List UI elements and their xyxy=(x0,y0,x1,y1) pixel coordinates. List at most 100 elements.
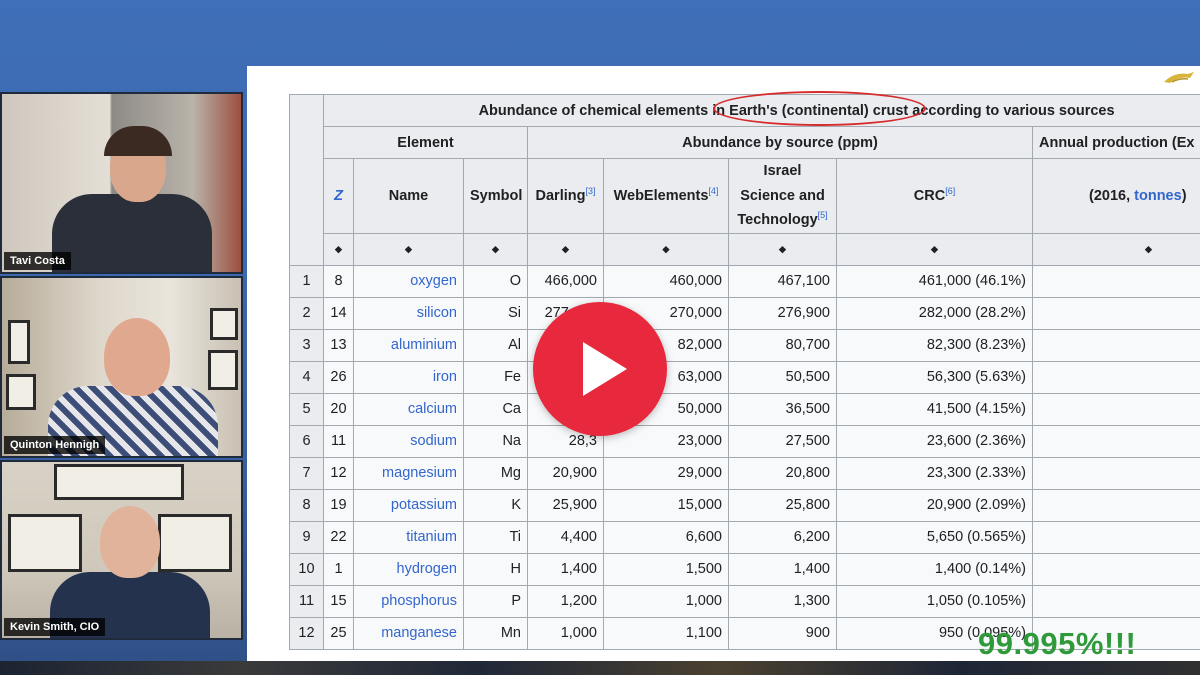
sort-icon[interactable]: ◆ xyxy=(1031,232,1200,266)
cell-name: phosphorus xyxy=(353,584,464,618)
cell-name: titanium xyxy=(353,520,464,554)
cell-darling: 466,000 xyxy=(527,264,604,298)
cell-israel: 25,800 xyxy=(728,488,837,522)
cell-darling: 1,400 xyxy=(527,552,604,586)
cell-crc: 23,600 (2.36%) xyxy=(836,424,1033,458)
cell-symbol: Mn xyxy=(463,616,528,650)
cell-israel: 20,800 xyxy=(728,456,837,490)
sort-icon[interactable]: ◆ xyxy=(353,232,464,266)
cell-crc: 56,300 (5.63%) xyxy=(836,360,1033,394)
element-link[interactable]: silicon xyxy=(417,305,457,321)
participant-tiles: Tavi Costa Quinton Hennigh Kevin Smith, … xyxy=(0,92,243,640)
column-header-darling[interactable]: Darling[3] xyxy=(527,158,604,234)
sort-icon[interactable]: ◆ xyxy=(603,232,729,266)
table-row: 214siliconSi277,200270,000276,900282,000… xyxy=(289,296,1200,330)
sort-icon[interactable]: ◆ xyxy=(728,232,837,266)
cell-symbol: Al xyxy=(463,328,528,362)
table-row: 426ironFe63,00050,50056,300 (5.63%)1,150 xyxy=(289,360,1200,394)
participant-tile-2: Quinton Hennigh xyxy=(0,276,243,458)
cell-z: 8 xyxy=(323,264,354,298)
element-link[interactable]: oxygen xyxy=(410,273,457,289)
reference-link[interactable]: [5] xyxy=(818,210,828,220)
cell-webelements: 1,500 xyxy=(603,552,729,586)
row-index: 2 xyxy=(289,296,324,330)
table-body: 1 8 oxygen O 466,000 460,000 467,100 461,000 (4… xyxy=(289,264,1200,650)
sort-icon[interactable]: ◆ xyxy=(463,232,528,266)
cell-symbol: Na xyxy=(463,424,528,458)
play-icon[interactable] xyxy=(583,342,627,396)
cell-annual xyxy=(1031,264,1200,298)
participant-tile-3: Kevin Smith, CIO xyxy=(0,460,243,640)
column-header-webelements[interactable]: WebElements[4] xyxy=(603,158,729,234)
reference-link[interactable]: [6] xyxy=(945,186,955,196)
row-index: 1 xyxy=(289,264,324,298)
element-link[interactable]: calcium xyxy=(408,401,457,417)
cell-darling: 25,900 xyxy=(527,488,604,522)
table-row: 11 15 phosphorus P 1,200 1,000 1,300 1,050 (0.1… xyxy=(289,584,1200,618)
cell-annual xyxy=(1031,552,1200,586)
table-row: 5 20 calcium Ca 50,000 36,500 41,500 (4.15%) xyxy=(289,392,1200,426)
column-header-name[interactable]: Name xyxy=(353,158,464,234)
reference-link[interactable]: [3] xyxy=(585,186,595,196)
cell-darling: 1,000 xyxy=(527,616,604,650)
column-header-z[interactable]: Z xyxy=(323,158,354,234)
logo-icon xyxy=(1162,70,1196,86)
cell-symbol: Fe xyxy=(463,360,528,394)
cell-israel: 80,700 xyxy=(728,328,837,362)
participant-tile-1: Tavi Costa xyxy=(0,92,243,274)
column-header-annual[interactable]: (2016, tonnes) xyxy=(1031,158,1200,234)
table-row: 3 13 aluminium Al 82,000 80,700 82,300 (8.23%)… xyxy=(289,328,1200,362)
element-link[interactable]: potassium xyxy=(391,497,457,513)
element-link[interactable]: aluminium xyxy=(391,337,457,353)
row-index: 5 xyxy=(289,392,324,426)
column-header-israel[interactable]: Israel Science and Technology[5] xyxy=(728,158,837,234)
cell-annual xyxy=(1031,488,1200,522)
element-link[interactable]: phosphorus xyxy=(381,593,457,609)
sort-icon[interactable]: ◆ xyxy=(323,232,354,266)
cell-darling: 20,900 xyxy=(527,456,604,490)
cell-name: iron xyxy=(353,360,464,394)
cell-crc: 282,000 (28.2%) xyxy=(836,296,1033,330)
sort-icon[interactable]: ◆ xyxy=(527,232,604,266)
table-row: 8 19 potassium K 25,900 15,000 25,800 20,900 (2… xyxy=(289,488,1200,522)
play-button[interactable] xyxy=(533,302,667,436)
cell-israel: 36,500 xyxy=(728,392,837,426)
cell-annual: 255 xyxy=(1031,424,1200,458)
reference-link[interactable]: [4] xyxy=(708,186,718,196)
sort-icon[interactable]: ◆ xyxy=(836,232,1033,266)
cell-annual: 2 xyxy=(1031,456,1200,490)
cell-z: 15 xyxy=(323,584,354,618)
cell-crc: 20,900 (2.09%) xyxy=(836,488,1033,522)
cell-z: 14 xyxy=(323,296,354,330)
cell-name: oxygen xyxy=(353,264,464,298)
cell-darling: 4,400 xyxy=(527,520,604,554)
cell-israel: 50,500 xyxy=(728,360,837,394)
participant-name: Kevin Smith, CIO xyxy=(4,618,106,636)
cell-z: 13 xyxy=(323,328,354,362)
cell-z: 19 xyxy=(323,488,354,522)
element-link[interactable]: magnesium xyxy=(382,465,457,481)
cell-symbol: Ca xyxy=(463,392,528,426)
element-link[interactable]: titanium xyxy=(406,529,457,545)
element-link[interactable]: manganese xyxy=(381,625,457,641)
cell-z: 1 xyxy=(323,552,354,586)
cell-symbol: Mg xyxy=(463,456,528,490)
row-index: 6 xyxy=(289,424,324,458)
column-header-symbol[interactable]: Symbol xyxy=(463,158,528,234)
column-header-crc[interactable]: CRC[6] xyxy=(836,158,1033,234)
element-link[interactable]: iron xyxy=(433,369,457,385)
cell-symbol: P xyxy=(463,584,528,618)
row-index: 8 xyxy=(289,488,324,522)
element-link[interactable]: hydrogen xyxy=(397,561,457,577)
cell-z: 25 xyxy=(323,616,354,650)
cell-z: 20 xyxy=(323,392,354,426)
cell-crc: 1,050 (0.105%) xyxy=(836,584,1033,618)
element-link[interactable]: sodium xyxy=(410,433,457,449)
background-strip xyxy=(0,661,1200,675)
cell-israel: 276,900 xyxy=(728,296,837,330)
cell-name: hydrogen xyxy=(353,552,464,586)
cell-webelements: 6,600 xyxy=(603,520,729,554)
tonnes-link[interactable]: tonnes xyxy=(1134,188,1182,204)
row-index: 12 xyxy=(289,616,324,650)
cell-israel: 467,100 xyxy=(728,264,837,298)
